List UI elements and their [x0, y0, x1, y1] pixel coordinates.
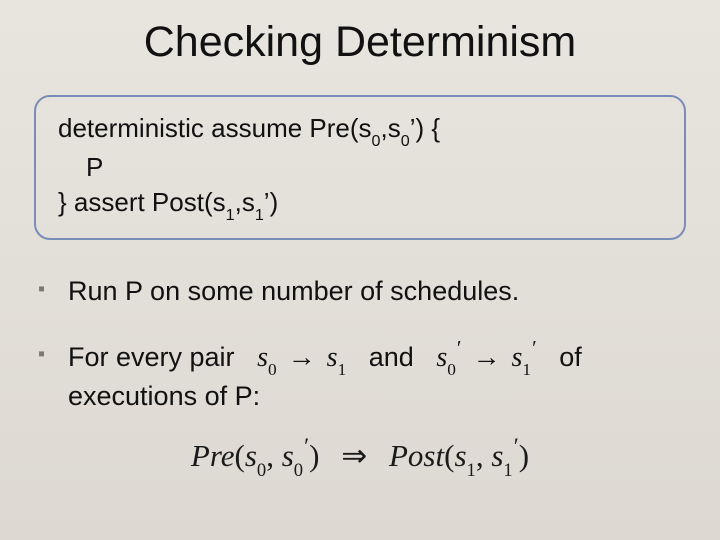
bullet-2-line-1: For every pair s0 → s1 and s0′ → s1′ of — [68, 339, 690, 379]
math-subscript: 1 — [467, 460, 476, 481]
math-function-pre: Pre — [191, 438, 235, 473]
formula-row: Pre(s0, s0′) ⇒ Post(s1, s1′) — [30, 438, 690, 479]
code-line-1: deterministic assume Pre(s0,s0’) { — [58, 111, 662, 150]
code-subscript: 0 — [372, 132, 381, 150]
code-line-3: } assert Post(s1,s1’) — [58, 185, 662, 224]
math-var: s — [327, 342, 338, 373]
math-function-post: Post — [389, 438, 444, 473]
math-subscript: 1 — [522, 360, 531, 379]
bullet-2-line-2: executions of P: — [68, 379, 690, 414]
code-text: ,s — [235, 187, 255, 217]
code-text: ’) { — [410, 113, 440, 143]
math-prime: ′ — [304, 434, 309, 460]
code-subscript: 0 — [401, 132, 410, 150]
code-box: deterministic assume Pre(s0,s0’) { P } a… — [34, 95, 686, 240]
math-var: s — [282, 438, 294, 473]
code-subscript: 1 — [226, 206, 235, 224]
code-text: ’) — [264, 187, 278, 217]
code-text: deterministic assume Pre(s — [58, 113, 372, 143]
math-subscript: 1 — [503, 460, 512, 481]
math-var: s — [454, 438, 466, 473]
math-subscript: 0 — [294, 460, 303, 481]
math-subscript: 1 — [338, 360, 347, 379]
formula: Pre(s0, s0′) ⇒ Post(s1, s1′) — [191, 438, 529, 473]
math-var: s — [512, 342, 523, 373]
math-var: s — [257, 342, 268, 373]
code-text: } assert Post(s — [58, 187, 226, 217]
math-prime: ′ — [532, 336, 537, 360]
bullet-text: For every pair — [68, 340, 257, 375]
code-text: ,s — [381, 113, 401, 143]
math-prime: ′ — [457, 336, 462, 360]
bullet-list: Run P on some number of schedules. For e… — [30, 274, 690, 414]
arrow-icon: → — [284, 341, 320, 372]
code-subscript: 1 — [255, 206, 264, 224]
code-line-2: P — [58, 150, 662, 185]
bullet-item-2: For every pair s0 → s1 and s0′ → s1′ of … — [38, 339, 690, 414]
math-var: s — [491, 438, 503, 473]
math-subscript: 0 — [268, 360, 277, 379]
bullet-text: and — [346, 340, 436, 375]
bullet-text: of — [537, 340, 582, 375]
math-prime: ′ — [514, 434, 519, 460]
slide: Checking Determinism deterministic assum… — [0, 0, 720, 540]
math-subscript: 0 — [257, 460, 266, 481]
implies-icon: ⇒ — [327, 438, 381, 473]
arrow-icon: → — [469, 341, 505, 372]
math-var: s — [436, 342, 447, 373]
math-subscript: 0 — [447, 360, 456, 379]
math-exec-2: s0′ → s1′ — [436, 339, 536, 379]
math-exec-1: s0 → s1 — [257, 339, 346, 379]
slide-title: Checking Determinism — [30, 18, 690, 67]
math-var: s — [245, 438, 257, 473]
bullet-item-1: Run P on some number of schedules. — [38, 274, 690, 309]
